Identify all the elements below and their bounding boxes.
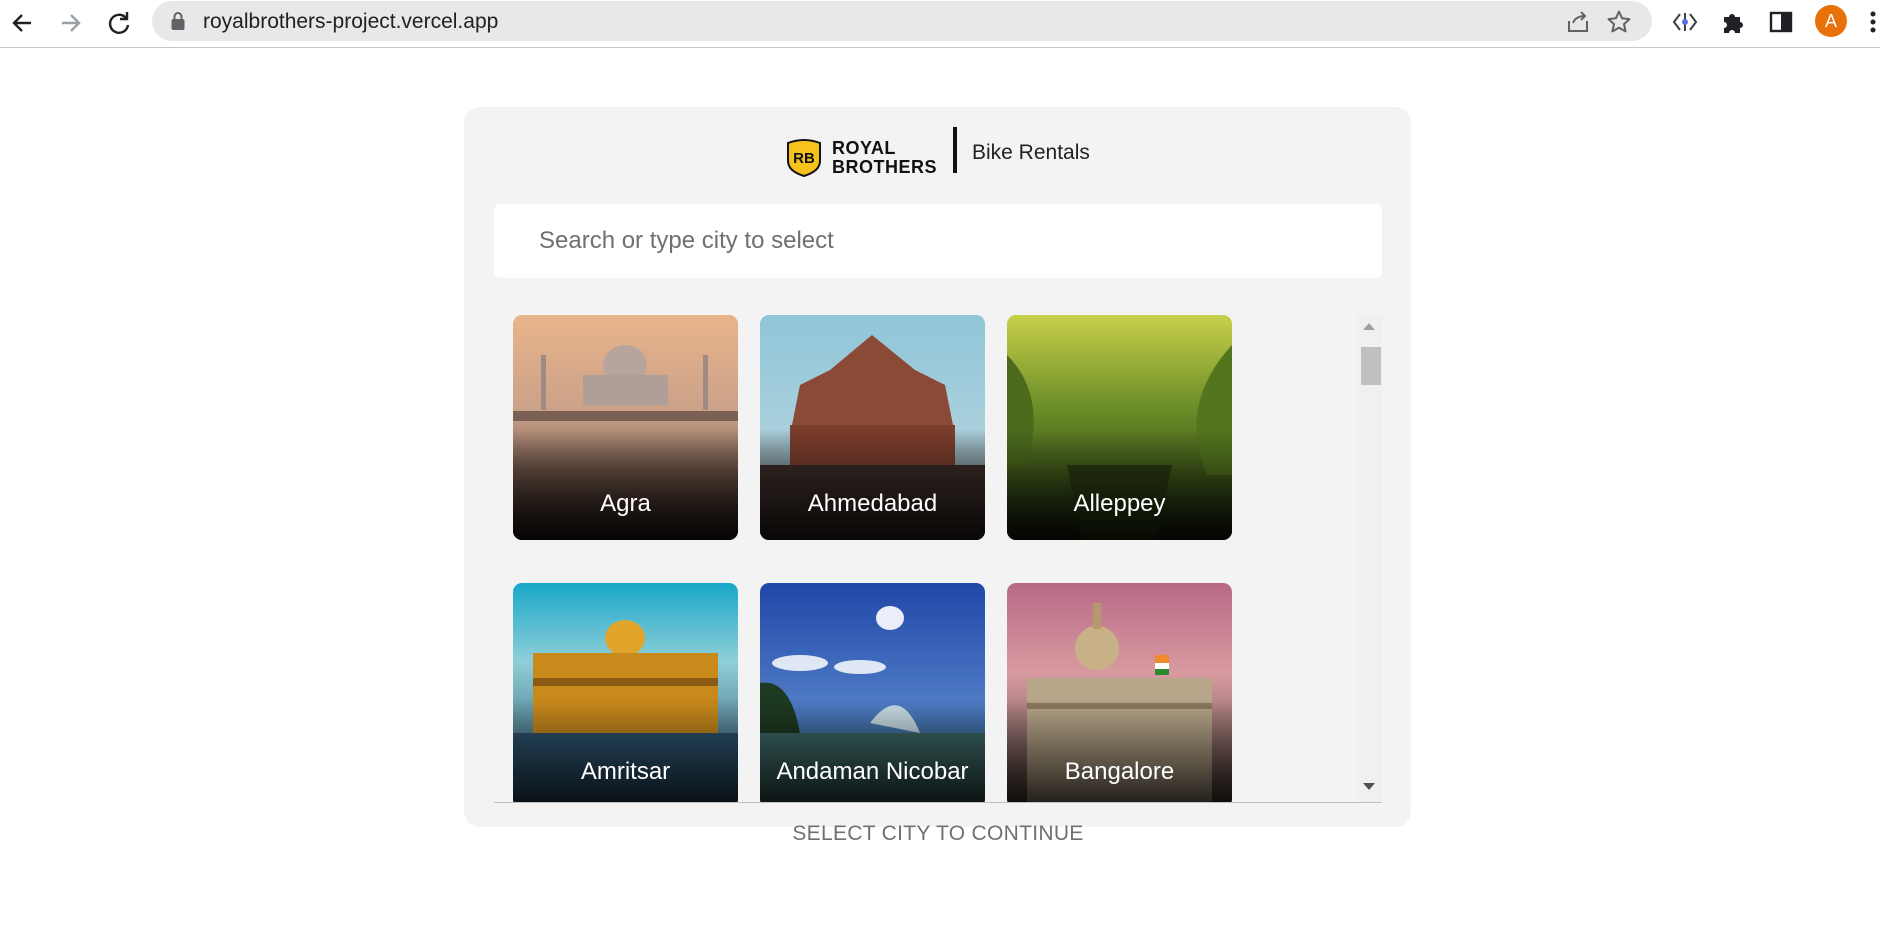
lock-icon[interactable]	[170, 11, 186, 31]
card-shade	[760, 430, 985, 540]
forward-icon[interactable]	[56, 8, 86, 38]
brand-name-line1: ROYAL	[832, 138, 896, 158]
city-card-bangalore[interactable]: Bangalore	[1007, 583, 1232, 802]
city-card-andaman-nicobar[interactable]: Andaman Nicobar	[760, 583, 985, 802]
card-shade	[513, 430, 738, 540]
card-shade	[1007, 430, 1232, 540]
card-shade	[1007, 698, 1232, 802]
city-name: Agra	[600, 490, 651, 517]
city-name: Bangalore	[1064, 758, 1175, 785]
address-bar[interactable]: royalbrothers-project.vercel.app	[152, 1, 1652, 41]
share-icon[interactable]	[1565, 9, 1591, 35]
city-name: Alleppey	[1073, 490, 1166, 517]
city-name: Andaman Nicobar	[776, 758, 969, 785]
city-card-alleppey[interactable]: Alleppey	[1007, 315, 1232, 540]
scroll-down-arrow-icon[interactable]	[1363, 783, 1375, 790]
svg-text:RB: RB	[793, 150, 815, 167]
extension-icon[interactable]	[1671, 8, 1699, 36]
brand-divider	[953, 127, 957, 173]
city-card-ahmedabad[interactable]: Ahmedabad	[760, 315, 985, 540]
scroll-thumb[interactable]	[1361, 347, 1381, 385]
select-city-continue-label: SELECT CITY TO CONTINUE	[792, 822, 1084, 845]
reload-icon[interactable]	[104, 8, 134, 38]
menu-icon[interactable]	[1866, 8, 1880, 36]
card-shade	[513, 698, 738, 802]
brand-name-line2: BROTHERS	[832, 157, 938, 177]
city-grid: Agra Ahmedabad Alleppey Amritsar Andaman…	[494, 315, 1382, 803]
royal-brothers-logo-icon: RB	[787, 139, 821, 177]
browser-toolbar: royalbrothers-project.vercel.app A	[0, 0, 1880, 48]
city-grid-scrollbar[interactable]	[1357, 315, 1382, 802]
side-panel-icon[interactable]	[1767, 8, 1795, 36]
brand-name: ROYAL BROTHERS	[832, 139, 937, 177]
profile-avatar[interactable]: A	[1815, 5, 1847, 37]
back-icon[interactable]	[7, 8, 37, 38]
scroll-up-arrow-icon[interactable]	[1363, 323, 1375, 330]
brand-header: RB ROYAL BROTHERS Bike Rentals	[784, 127, 1184, 177]
city-card-amritsar[interactable]: Amritsar	[513, 583, 738, 802]
star-icon[interactable]	[1606, 9, 1632, 35]
city-name: Amritsar	[580, 758, 671, 785]
brand-subtitle: Bike Rentals	[972, 141, 1090, 164]
url-text[interactable]: royalbrothers-project.vercel.app	[203, 11, 498, 33]
city-card-agra[interactable]: Agra	[513, 315, 738, 540]
city-search-input[interactable]	[494, 204, 1382, 278]
city-name: Ahmedabad	[807, 490, 938, 517]
puzzle-icon[interactable]	[1719, 8, 1747, 36]
city-select-panel: RB ROYAL BROTHERS Bike Rentals Agra	[464, 107, 1411, 827]
card-shade	[760, 698, 985, 802]
